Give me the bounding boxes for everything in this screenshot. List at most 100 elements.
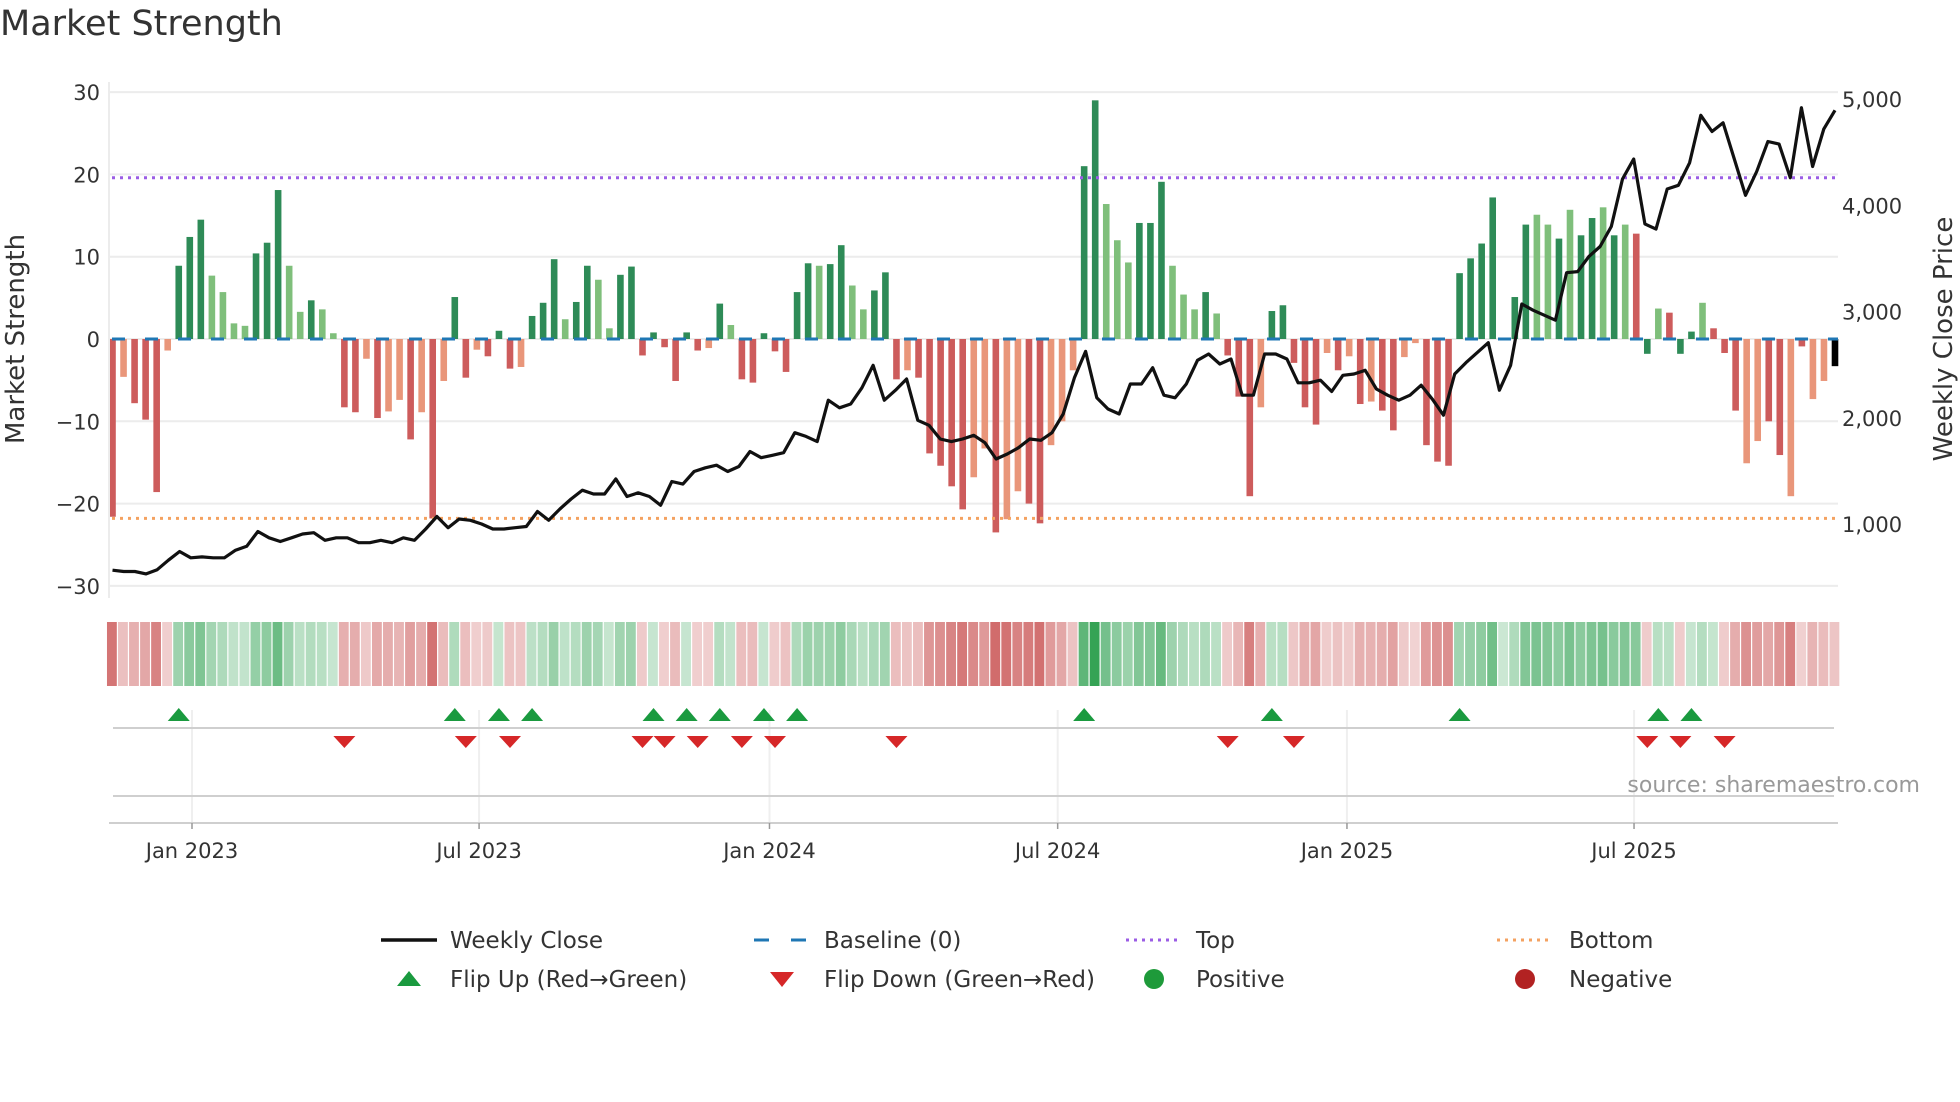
strength-bar-positive [572,301,580,339]
strip-cell [769,622,780,686]
strip-cell [1774,622,1785,686]
strength-bar-positive [826,264,834,339]
strength-bar-positive [1688,331,1695,339]
strength-bar-positive [804,263,812,339]
strength-bar-negative [164,339,172,351]
strip-cell [913,622,923,686]
x-tick-label: Jul 2025 [1589,839,1676,863]
strength-bar-negative [926,339,933,454]
strength-bar-positive [1213,313,1220,339]
strip-cell [250,622,261,686]
strip-cell [515,622,526,686]
strip-cell [1023,622,1034,686]
strip-cell [1487,622,1498,686]
strength-bar-negative [1831,339,1839,367]
flip-down-marker [1216,736,1239,748]
strip-cell [1454,622,1464,686]
strength-bar-negative [374,339,381,419]
strip-cell [802,622,813,686]
flip-up-marker [1680,708,1703,721]
flip-down-marker [764,736,786,748]
strip-cell [537,622,548,686]
strip-cell [1531,622,1542,686]
strip-cell [1255,622,1266,686]
strength-bar-negative [440,339,448,381]
strength-bar-negative [1787,339,1795,497]
strength-bar-negative [1412,339,1419,344]
strength-bar-positive [617,274,624,339]
strength-bar-negative [1301,339,1309,408]
strip-cell [979,622,990,686]
strip-cell [1332,622,1343,686]
strip-cell [173,622,184,686]
y-tick-label: −20 [56,493,100,517]
strip-cell [360,622,371,686]
y2-tick-label: 4,000 [1842,194,1902,218]
strength-bar-negative [1378,339,1386,411]
strip-cell [1564,622,1575,686]
strength-bar-positive [1478,243,1485,339]
strip-cell [1575,622,1586,686]
strength-bar-positive [230,323,238,339]
legend-item-pos: Positive [1144,967,1285,993]
strip-cell [206,622,217,686]
strength-bar-positive [1655,308,1662,339]
strip-cell [1233,622,1244,686]
y-tick-label: 30 [73,81,100,105]
strip-cell [1089,622,1100,686]
strength-bar-negative [672,339,679,381]
y2-tick-label: 2,000 [1842,407,1902,431]
flip-down-marker [333,736,356,748]
strip-cell [349,622,360,686]
strip-cell [1067,622,1078,686]
strength-bar-positive [1489,197,1497,339]
strip-cell [1133,622,1144,686]
strip-cell [1542,622,1553,686]
strength-bar-negative [1765,339,1773,422]
strength-bar-positive [1102,204,1110,339]
strip-cell [957,622,968,686]
legend-item-line: Weekly Close [381,928,603,954]
legend-item-dash: Baseline (0) [754,928,961,954]
strength-bar-negative [893,339,900,380]
strength-bar-negative [153,339,160,493]
strength-bar-negative [109,339,116,517]
strength-bar-positive [1599,207,1607,339]
strength-bar-negative [1367,339,1375,402]
strip-cell [1520,622,1531,686]
strength-bar-positive [1202,292,1209,339]
strength-bar-negative [981,339,989,449]
strength-bar-negative [992,339,1000,533]
strip-cell [758,622,769,686]
strip-cell [603,622,614,686]
strength-bar-positive [1544,224,1552,339]
flip-up-marker [167,708,190,721]
strength-bar-negative [782,339,790,372]
strip-cell [1752,622,1763,686]
strip-cell [151,622,161,686]
strength-bar-positive [1610,235,1618,339]
legend-label: Flip Up (Red→Green) [450,967,687,993]
strength-bar-negative [1224,339,1232,356]
strip-cell [106,622,117,686]
strip-cell [714,622,725,686]
strip-cell [449,622,460,686]
strength-bar-positive [1158,181,1165,339]
strength-bar-negative [1069,339,1077,371]
flip-down-marker [885,736,908,748]
strength-bar-negative [661,339,668,348]
flip-up-marker [708,708,731,721]
strength-bar-positive [252,253,260,339]
strip-cell [681,622,691,686]
strength-bar-negative [1036,339,1044,524]
strip-cell [294,622,305,686]
strip-cell [901,622,912,686]
strip-cell [1741,622,1751,686]
strength-bar-negative [771,339,779,352]
strip-cell [1498,622,1509,686]
strength-bar-negative [418,339,425,413]
strength-bar-negative [484,339,492,357]
strength-bar-positive [1169,265,1176,339]
strip-cell [659,622,669,686]
strip-cell [1166,622,1177,686]
